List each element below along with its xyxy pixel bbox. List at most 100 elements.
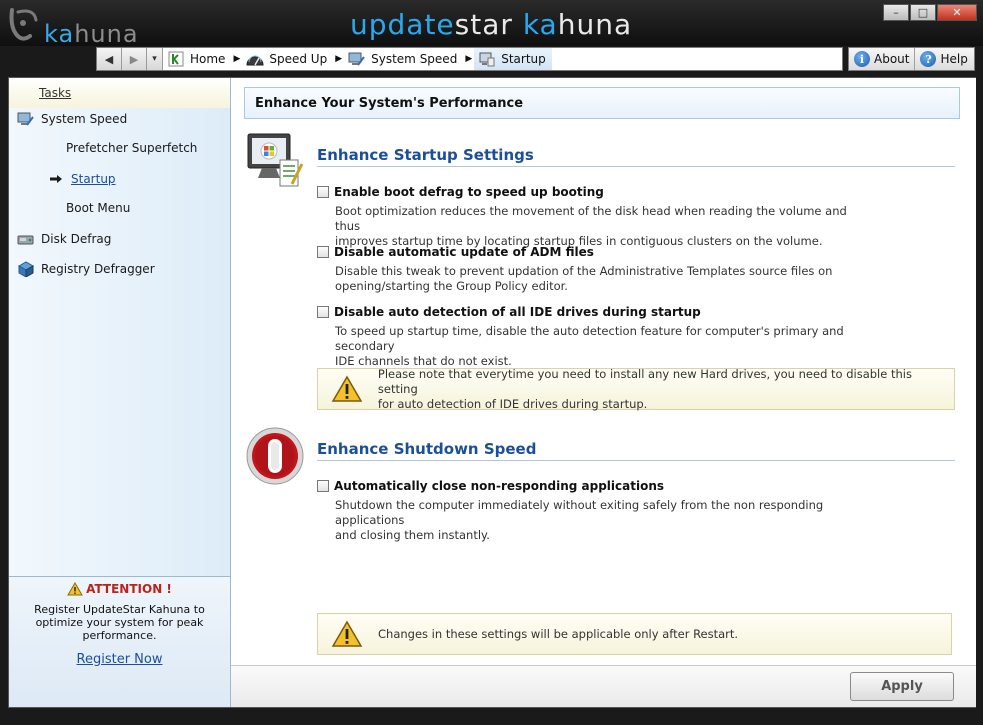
option-ide-detection: Disable auto detection of all IDE drives… [317,305,895,369]
breadcrumb-separator[interactable]: ▶ [333,48,344,70]
option-description: To speed up startup time, disable the au… [335,324,895,369]
help-label: Help [940,52,968,66]
forward-button[interactable]: ▶ [122,48,147,70]
startup-monitor-icon [247,133,304,187]
speedometer-icon [246,51,264,67]
breadcrumb-speed-up-label: Speed Up [269,52,328,66]
window-controls: – □ ✕ [883,4,977,21]
option-description-line: Disable this tweak to prevent updation o… [335,264,833,278]
sidebar-item-prefetcher-superfetch[interactable]: Prefetcher Superfetch [66,141,197,155]
logo-text-k: ka [44,20,75,48]
sidebar-item-label: Prefetcher Superfetch [66,141,198,155]
sidebar-item-disk-defrag[interactable]: Disk Defrag [17,231,111,247]
option-description-line: To speed up startup time, disable the au… [335,324,844,353]
option-label: Enable boot defrag to speed up booting [334,185,604,199]
restart-note: Changes in these settings will be applic… [317,613,952,655]
help-button[interactable]: ? Help [915,48,972,70]
attention-panel: ATTENTION ! Register UpdateStar Kahuna t… [9,576,230,707]
startup-section-title: Enhance Startup Settings [317,146,534,164]
boot-defrag-checkbox[interactable] [317,186,329,198]
close-nonresponding-checkbox[interactable] [317,480,329,492]
footer-bar: Apply [231,665,976,707]
history-dropdown-button[interactable]: ▾ [147,48,163,70]
navigation-bar: ◀ ▶ ▾ Home ▶ Speed Up ▶ System Speed ▶ S… [96,47,843,71]
title-bar: kahuna updatestar kahuna – □ ✕ [0,0,983,48]
breadcrumb-system-speed-label: System Speed [371,52,458,66]
sidebar-item-registry-defragger[interactable]: Registry Defragger [17,261,155,277]
attention-text: Register UpdateStar Kahuna to optimize y… [34,603,205,642]
title-update: update [350,8,455,41]
option-label: Disable auto detection of all IDE drives… [334,305,701,319]
warning-icon [67,582,83,596]
sidebar-item-boot-menu[interactable]: Boot Menu [66,201,130,215]
option-description: Disable this tweak to prevent updation o… [335,264,865,294]
adm-files-checkbox[interactable] [317,246,329,258]
startup-icon [478,51,496,67]
kahuna-mascot-icon [9,8,38,41]
shutdown-stop-icon [246,427,304,485]
tasks-link[interactable]: Tasks [39,86,71,100]
minimize-button[interactable]: – [883,4,909,21]
ide-warning-note: Please note that everytime you need to i… [317,367,955,412]
attention-title: ATTENTION ! [9,581,230,597]
kahuna-logo: kahuna [8,6,139,48]
breadcrumb-system-speed[interactable]: System Speed [344,48,463,70]
tasks-header: Tasks [9,78,230,108]
about-button[interactable]: i About [849,48,916,70]
apply-button[interactable]: Apply [850,672,954,701]
warning-icon [330,374,364,404]
sidebar-item-label: Boot Menu [66,201,131,215]
title-rest: huna [557,8,633,41]
option-description-line: Boot optimization reduces the movement o… [335,204,847,233]
sidebar-item-label: Startup [71,172,116,186]
breadcrumb-startup[interactable]: Startup [474,48,552,70]
about-label: About [874,52,910,66]
note-text: Please note that everytime you need to i… [378,367,954,412]
note-line: Please note that everytime you need to i… [377,366,912,396]
option-close-nonresponding: Automatically close non-responding appli… [317,479,865,543]
registry-icon [17,261,35,277]
register-now-link[interactable]: Register Now [77,652,163,667]
warning-icon [330,619,364,649]
option-description: Shutdown the computer immediately withou… [335,498,865,543]
system-speed-icon [348,51,366,67]
breadcrumb-home-label: Home [190,52,226,66]
sidebar-item-label: Registry Defragger [41,262,155,276]
logo-text-rest: huna [74,20,139,48]
sidebar-item-system-speed[interactable]: System Speed [17,111,127,127]
section-divider [317,166,955,167]
arrow-right-icon [47,171,65,187]
option-adm-files: Disable automatic update of ADM files Di… [317,245,865,294]
note-line: for auto detection of IDE drives during … [377,396,648,411]
close-button[interactable]: ✕ [937,4,977,21]
page-title: Enhance Your System's Performance [244,87,960,119]
help-toolbar: i About ? Help [848,47,975,71]
restart-note-text: Changes in these settings will be applic… [378,626,739,641]
option-description: Boot optimization reduces the movement o… [335,204,865,249]
option-label: Disable automatic update of ADM files [334,245,594,259]
breadcrumb-separator[interactable]: ▶ [231,48,242,70]
option-description-line: opening/starting the Group Policy editor… [335,279,568,293]
home-icon [167,51,185,67]
sidebar-item-label: System Speed [41,112,128,126]
main-frame: Tasks System Speed Prefetcher Superfetch… [8,77,976,708]
attention-title-text: ATTENTION ! [86,582,172,596]
breadcrumb-speed-up[interactable]: Speed Up [242,48,333,70]
maximize-button[interactable]: □ [910,4,936,21]
option-description-line: and closing them instantly. [335,528,490,542]
help-icon: ? [920,51,937,67]
title-star: star [454,8,513,41]
info-icon: i [854,51,870,67]
option-label: Automatically close non-responding appli… [334,479,665,493]
back-button[interactable]: ◀ [97,48,122,70]
content-panel: Enhance Your System's Performance Enhanc… [231,78,976,707]
ide-detection-checkbox[interactable] [317,306,329,318]
sidebar: Tasks System Speed Prefetcher Superfetch… [9,78,231,707]
sidebar-item-startup[interactable]: Startup [47,171,116,187]
sidebar-item-label: Disk Defrag [41,232,112,246]
breadcrumb-home[interactable]: Home [163,48,231,70]
option-description-line: Shutdown the computer immediately withou… [335,498,824,527]
title-k: ka [522,8,558,41]
breadcrumb-separator[interactable]: ▶ [463,48,474,70]
app-title: updatestar kahuna [350,8,632,41]
